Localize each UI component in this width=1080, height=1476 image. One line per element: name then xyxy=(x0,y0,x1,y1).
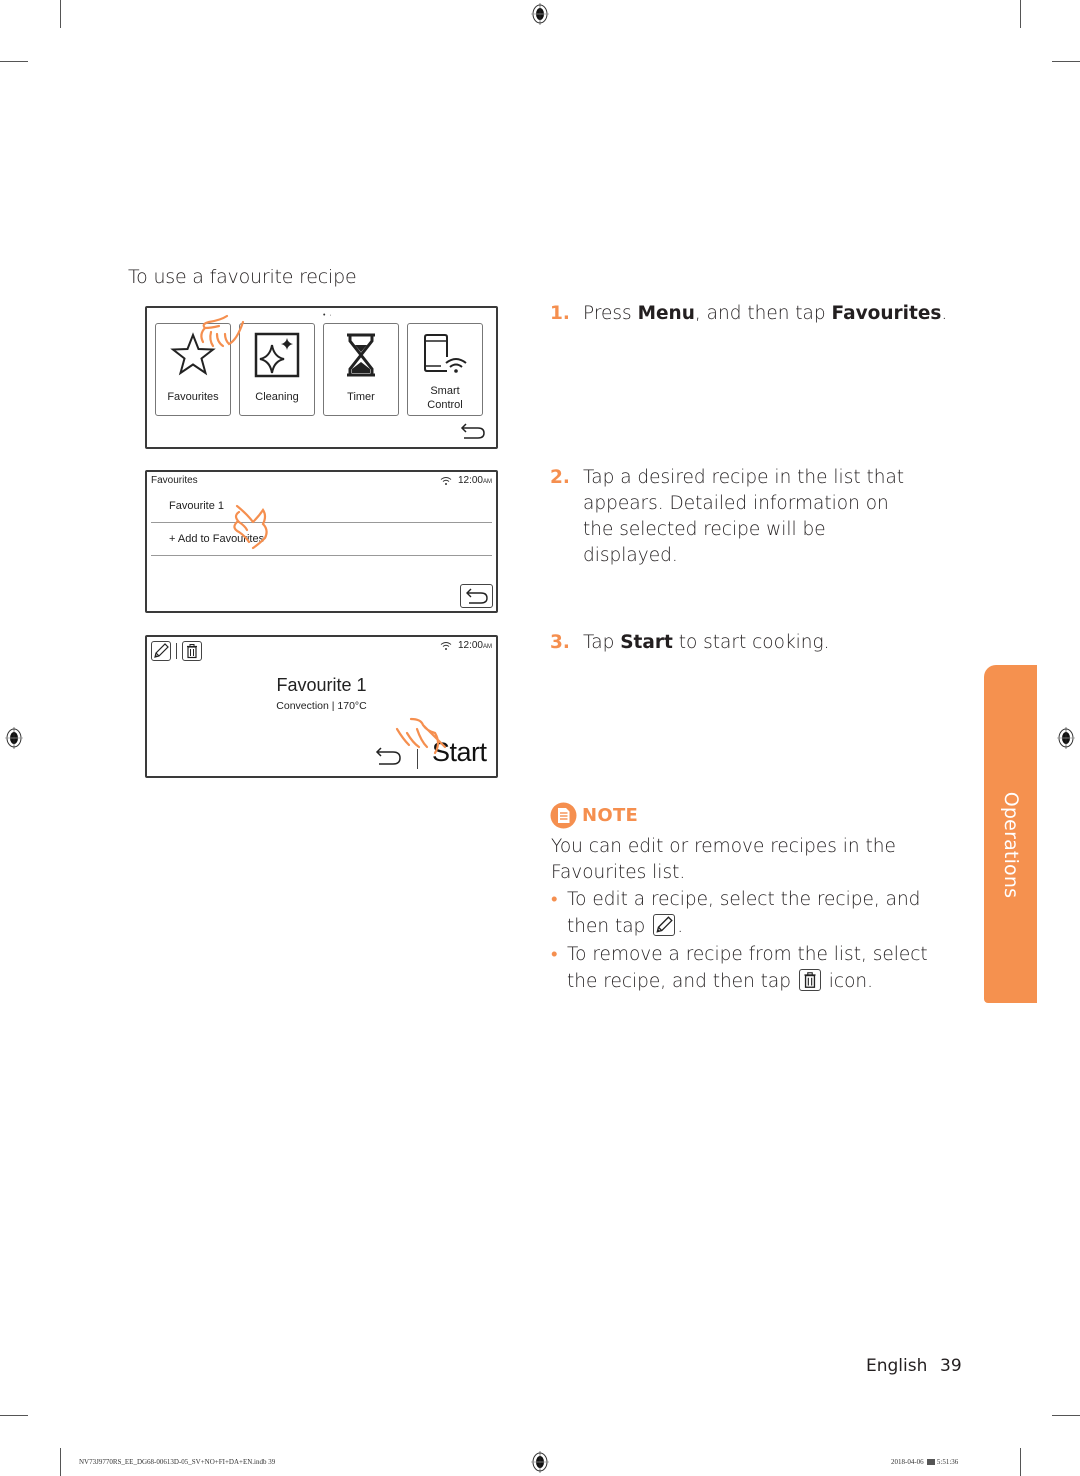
registration-mark-icon xyxy=(531,1451,549,1473)
delete-button[interactable] xyxy=(182,641,202,661)
crop-mark xyxy=(60,1448,61,1476)
text-run: . xyxy=(941,303,948,324)
trash-icon xyxy=(798,969,821,991)
crop-mark xyxy=(1052,61,1080,62)
bullet-dot: • xyxy=(551,889,558,910)
bold-term-start: Start xyxy=(620,632,673,653)
tile-smart-control[interactable]: Smart Control xyxy=(407,323,483,416)
edit-button[interactable] xyxy=(151,641,171,661)
note-bullet: • To remove a recipe from the list, sele… xyxy=(551,941,951,995)
back-arrow-icon xyxy=(466,588,488,604)
status-bar: 12:00AM xyxy=(440,640,492,651)
footer-language: English xyxy=(866,1356,928,1376)
star-icon xyxy=(170,332,216,376)
text-run: icon. xyxy=(822,971,874,992)
clock-ampm: AM xyxy=(483,479,492,485)
step-text: Tap a desired recipe in the list that ap… xyxy=(583,467,905,566)
text-run: To edit a recipe, select the recipe, and… xyxy=(567,889,921,937)
step-text: Tap Start to start cooking. xyxy=(550,630,950,656)
text-run: . xyxy=(677,916,684,937)
clock-ampm: AM xyxy=(483,644,492,650)
tile-timer[interactable]: Timer xyxy=(323,323,399,416)
note-label: NOTE xyxy=(582,805,639,826)
crop-mark xyxy=(0,1415,28,1416)
note-icon xyxy=(550,802,577,829)
step-number: 3. xyxy=(550,632,570,653)
crop-mark xyxy=(1020,1448,1021,1476)
registration-mark-icon xyxy=(1057,727,1075,749)
print-date: 2018-04-06 xyxy=(891,1458,924,1466)
separator xyxy=(417,749,418,769)
list-item-favourite[interactable]: Favourite 1 xyxy=(151,490,492,523)
print-date-info: 2018-04-06 5:51:36 xyxy=(891,1458,958,1466)
tile-label-line: Smart xyxy=(430,385,460,397)
tile-label-line: Control xyxy=(427,399,463,411)
section-title: To use a favourite recipe xyxy=(128,266,357,288)
bullet-text: To edit a recipe, select the recipe, and… xyxy=(551,886,951,940)
recipe-info: Convection | 170°C xyxy=(276,700,367,712)
recipe-name: Favourite 1 xyxy=(276,675,367,695)
text-run: , and then tap xyxy=(694,303,832,324)
clock: 12:00AM xyxy=(458,475,492,486)
page-indicator: • · xyxy=(323,312,333,319)
separator xyxy=(176,643,177,659)
tile-cleaning[interactable]: Cleaning xyxy=(239,323,315,416)
step-number: 2. xyxy=(550,467,570,488)
wifi-icon xyxy=(440,476,452,485)
note-intro: You can edit or remove recipes in the Fa… xyxy=(551,836,896,883)
text-run: To remove a recipe from the list, select… xyxy=(567,944,928,992)
print-file-info: NV73J9770RS_EE_DG68-00613D-05_SV+NO+FI+D… xyxy=(79,1458,276,1466)
list-item-add-to-favourites[interactable]: + Add to Favourites xyxy=(151,523,492,556)
text-run: to start cooking. xyxy=(672,632,830,653)
page-number: 39 xyxy=(940,1356,962,1376)
section-side-tab: Operations xyxy=(984,665,1037,1003)
bullet-dot: • xyxy=(551,944,558,965)
step-text: Press Menu, and then tap Favourites. xyxy=(550,301,950,327)
clock-time: 12:00 xyxy=(457,475,483,486)
favourites-list-screen: Favourites 12:00AM Favourite 1 + Add to … xyxy=(145,470,498,613)
step-1: 1. Press Menu, and then tap Favourites. xyxy=(550,301,950,327)
hourglass-icon xyxy=(347,333,375,377)
registration-mark-icon xyxy=(5,727,23,749)
pencil-icon xyxy=(154,643,169,658)
print-time: 5:51:36 xyxy=(936,1458,959,1466)
back-arrow-icon[interactable] xyxy=(375,745,403,767)
side-tab-label: Operations xyxy=(999,791,1022,899)
oven-menu-screen: • · Favourites Cleaning Timer Smart Cont… xyxy=(145,306,498,449)
tile-label: Timer xyxy=(347,391,375,403)
screen-title: Favourites xyxy=(151,475,198,486)
tile-label: Smart Control xyxy=(408,384,482,412)
bullet-text: To remove a recipe from the list, select… xyxy=(551,941,951,995)
note-header: NOTE xyxy=(550,802,638,829)
clock: 12:00AM xyxy=(458,640,492,651)
crop-mark xyxy=(60,0,61,28)
crop-mark xyxy=(1052,1415,1080,1416)
step-2: 2. Tap a desired recipe in the list that… xyxy=(550,465,950,569)
crop-mark xyxy=(1020,0,1021,28)
note-bullet: • To edit a recipe, select the recipe, a… xyxy=(551,886,951,940)
start-button[interactable]: Start xyxy=(432,737,487,768)
crop-mark xyxy=(0,61,28,62)
trash-icon xyxy=(187,644,197,659)
step-3: 3. Tap Start to start cooking. xyxy=(550,630,950,656)
tile-label: Favourites xyxy=(167,391,219,403)
status-bar: 12:00AM xyxy=(440,475,492,486)
back-arrow-icon[interactable] xyxy=(460,421,486,441)
text-run: Press xyxy=(583,303,638,324)
wifi-icon xyxy=(440,641,452,650)
tile-favourites[interactable]: Favourites xyxy=(155,323,231,416)
clock-time: 12:00 xyxy=(457,640,483,651)
registration-mark-icon xyxy=(531,3,549,25)
smartphone-wifi-icon xyxy=(424,334,467,373)
text-run: Tap xyxy=(583,632,621,653)
bold-term-menu: Menu xyxy=(637,303,695,324)
back-button[interactable] xyxy=(460,584,493,608)
tile-label: Cleaning xyxy=(255,391,299,403)
bold-term-favourites: Favourites xyxy=(831,303,942,324)
recipe-detail-screen: 12:00AM Favourite 1 Convection | 170°C S… xyxy=(145,635,498,778)
sparkle-icon xyxy=(254,332,300,378)
clock-glyph-icon xyxy=(927,1459,936,1466)
step-number: 1. xyxy=(550,303,570,324)
pencil-icon xyxy=(653,914,676,936)
